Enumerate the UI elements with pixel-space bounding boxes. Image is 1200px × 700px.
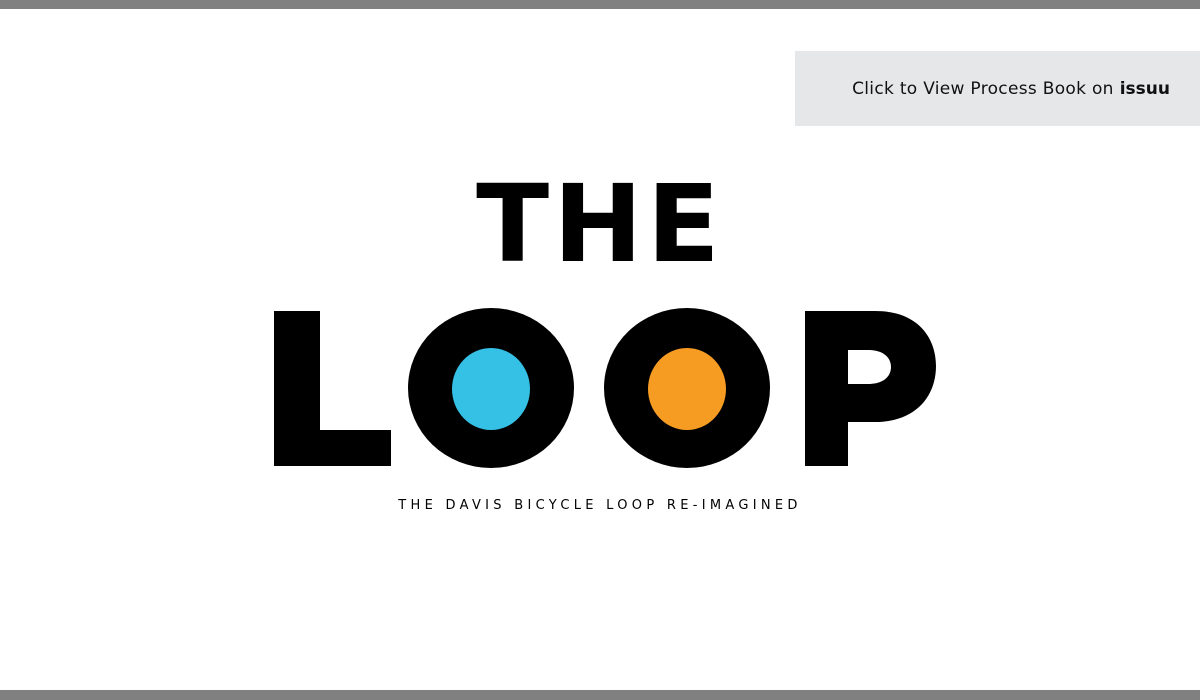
letter-o-left bbox=[408, 308, 574, 468]
letter-p bbox=[805, 311, 936, 466]
button-label: Click to View Process Book on bbox=[852, 78, 1114, 99]
blue-dot bbox=[452, 348, 530, 430]
tagline: THE DAVIS BICYCLE LOOP RE-IMAGINED bbox=[398, 498, 802, 513]
bottom-frame-bar bbox=[0, 690, 1200, 700]
letter-o-right bbox=[604, 308, 770, 468]
letter-l bbox=[274, 311, 391, 466]
logo-title-the: THE bbox=[476, 163, 724, 287]
top-frame-bar bbox=[0, 0, 1200, 9]
landing-page: Click to View Process Book on issuu THE … bbox=[0, 0, 1200, 700]
logo-wordmark-loop: LOOP bbox=[260, 300, 960, 480]
orange-dot bbox=[648, 348, 726, 430]
issuu-brand-label: issuu bbox=[1119, 78, 1170, 99]
view-process-book-button[interactable]: Click to View Process Book on issuu bbox=[795, 51, 1200, 126]
